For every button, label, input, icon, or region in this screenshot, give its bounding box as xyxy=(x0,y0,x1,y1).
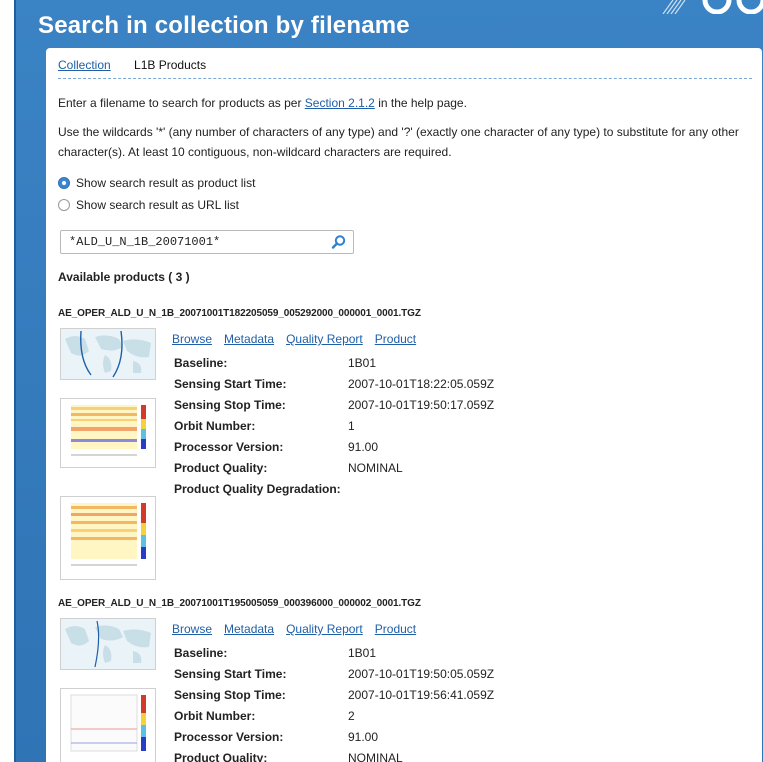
sensing-stop-label: Sensing Stop Time: xyxy=(174,398,286,412)
wildcard-help-text: Use the wildcards '*' (any number of cha… xyxy=(58,125,739,159)
product-signal-thumbnail[interactable] xyxy=(60,496,156,580)
product-map-thumbnail[interactable] xyxy=(60,328,156,380)
sensing-stop-value: 2007-10-01T19:56:41.059Z xyxy=(348,688,495,702)
quality-report-link[interactable]: Quality Report xyxy=(286,622,363,636)
sensing-start-value: 2007-10-01T18:22:05.059Z xyxy=(348,377,495,391)
breadcrumb-collection-link[interactable]: Collection xyxy=(58,58,111,72)
product-quality-label: Product Quality: xyxy=(174,751,268,762)
product-map-thumbnail[interactable] xyxy=(60,618,156,670)
url-list-label: Show search result as URL list xyxy=(76,198,239,212)
metadata-link[interactable]: Metadata xyxy=(224,622,274,636)
product-quality-value: NOMINAL xyxy=(348,461,403,475)
sensing-start-label: Sensing Start Time: xyxy=(174,667,287,681)
product-list-label: Show search result as product list xyxy=(76,176,256,190)
orbit-number-value: 2 xyxy=(348,709,355,723)
intro-text-after: in the help page. xyxy=(374,96,467,110)
processor-version-value: 91.00 xyxy=(348,730,379,744)
orbit-number-label: Orbit Number: xyxy=(174,709,256,723)
product-list-radio[interactable] xyxy=(58,177,70,189)
orbit-number-value: 1 xyxy=(348,419,355,433)
search-input[interactable] xyxy=(61,234,331,250)
browse-link[interactable]: Browse xyxy=(172,332,212,346)
window-left-margin xyxy=(0,0,14,762)
product-quality-value: NOMINAL xyxy=(348,751,403,762)
header-decoration xyxy=(653,0,763,14)
collection-search-window: Search in collection by filename Collect… xyxy=(14,0,763,762)
content-panel: Collection L1B Products Enter a filename… xyxy=(46,48,762,762)
product-quality-label: Product Quality: xyxy=(174,461,268,475)
metadata-link[interactable]: Metadata xyxy=(224,332,274,346)
product-action-links: Browse Metadata Quality Report Product xyxy=(172,622,416,636)
intro-text-before: Enter a filename to search for products … xyxy=(58,96,305,110)
baseline-value: 1B01 xyxy=(348,356,377,370)
product-signal-thumbnail[interactable] xyxy=(60,688,156,762)
quality-degradation-label: Product Quality Degradation: xyxy=(174,482,341,496)
product-filename: AE_OPER_ALD_U_N_1B_20071001T182205059_00… xyxy=(58,308,421,319)
sensing-stop-label: Sensing Stop Time: xyxy=(174,688,286,702)
url-list-radio[interactable] xyxy=(58,199,70,211)
available-products-heading: Available products ( 3 ) xyxy=(58,270,190,284)
search-icon[interactable] xyxy=(331,234,347,250)
page-title: Search in collection by filename xyxy=(38,12,410,39)
product-action-links: Browse Metadata Quality Report Product xyxy=(172,332,416,346)
help-section-link[interactable]: Section 2.1.2 xyxy=(305,96,375,110)
processor-version-label: Processor Version: xyxy=(174,440,284,454)
processor-version-value: 91.00 xyxy=(348,440,379,454)
baseline-label: Baseline: xyxy=(174,646,228,660)
baseline-value: 1B01 xyxy=(348,646,377,660)
product-download-link[interactable]: Product xyxy=(375,332,416,346)
orbit-number-label: Orbit Number: xyxy=(174,419,256,433)
intro-text: Enter a filename to search for products … xyxy=(58,92,748,114)
sensing-start-label: Sensing Start Time: xyxy=(174,377,287,391)
breadcrumb-current: L1B Products xyxy=(134,58,207,72)
sensing-stop-value: 2007-10-01T19:50:17.059Z xyxy=(348,398,495,412)
url-list-option[interactable]: Show search result as URL list xyxy=(58,196,239,214)
processor-version-label: Processor Version: xyxy=(174,730,284,744)
search-field[interactable] xyxy=(60,230,354,254)
sensing-start-value: 2007-10-01T19:50:05.059Z xyxy=(348,667,495,681)
breadcrumb: Collection L1B Products xyxy=(58,58,226,78)
product-signal-thumbnail[interactable] xyxy=(60,398,156,468)
browse-link[interactable]: Browse xyxy=(172,622,212,636)
breadcrumb-divider xyxy=(58,78,752,79)
quality-report-link[interactable]: Quality Report xyxy=(286,332,363,346)
product-filename: AE_OPER_ALD_U_N_1B_20071001T195005059_00… xyxy=(58,598,421,609)
baseline-label: Baseline: xyxy=(174,356,228,370)
product-download-link[interactable]: Product xyxy=(375,622,416,636)
product-list-option[interactable]: Show search result as product list xyxy=(58,174,255,192)
